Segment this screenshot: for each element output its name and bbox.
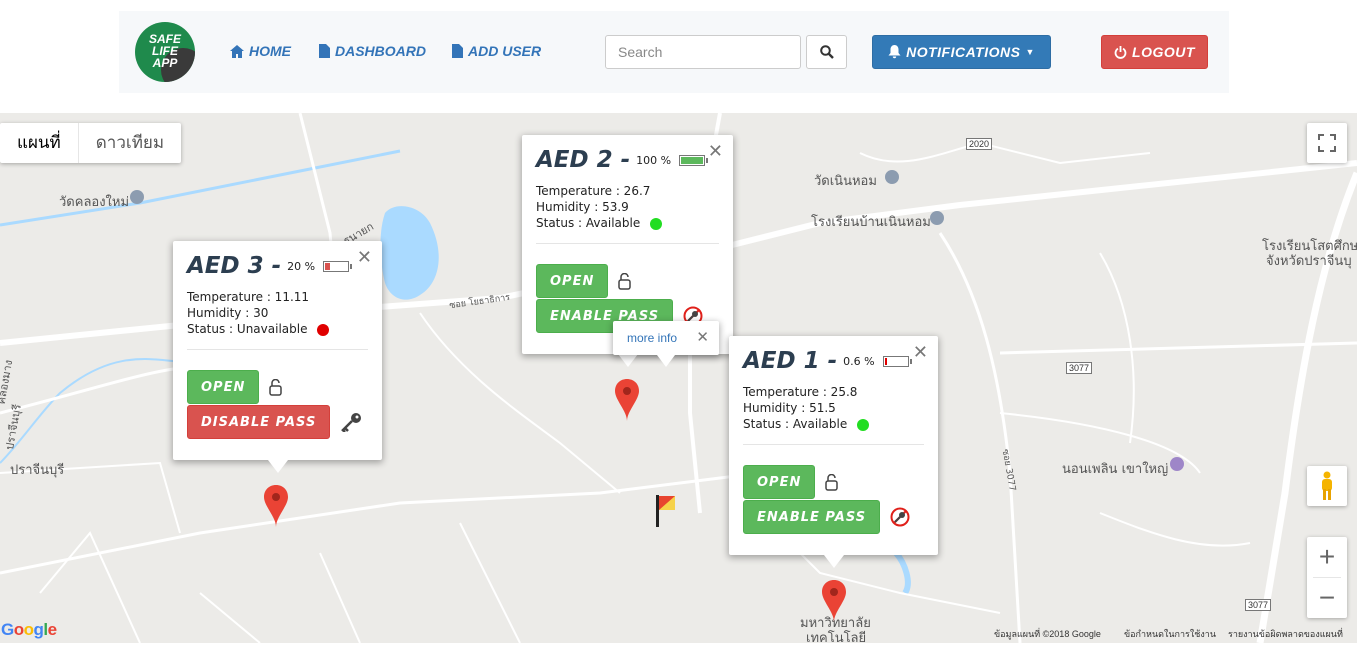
battery-icon: [882, 355, 912, 367]
map-label: วัดเนินหอม: [814, 174, 877, 189]
logout-button[interactable]: LOGOUT: [1101, 35, 1208, 69]
aed-title: AED 3 -: [187, 253, 282, 279]
pegman-icon: [1322, 471, 1332, 500]
status-text: Status : Unavailable: [187, 322, 308, 336]
home-icon: [230, 44, 244, 58]
terms-link[interactable]: ข้อกำหนดในการใช้งาน: [1124, 627, 1216, 641]
close-icon[interactable]: ✕: [696, 328, 709, 346]
temperature-text: Temperature : 25.8: [743, 385, 858, 399]
status-text: Status : Available: [536, 216, 641, 230]
street-view-pegman[interactable]: [1307, 466, 1347, 506]
humidity-text: Humidity : 51.5: [743, 401, 836, 415]
no-key-icon: [890, 507, 910, 527]
aed-title: AED 2 -: [536, 147, 631, 173]
unlock-icon: [618, 272, 632, 290]
google-logo: Google: [1, 620, 57, 639]
open-button[interactable]: OPEN: [187, 370, 260, 404]
temperature-text: Temperature : 11.11: [187, 290, 310, 304]
more-info-link[interactable]: more info: [627, 331, 677, 345]
nav-home-link[interactable]: HOME: [230, 43, 291, 59]
aed-title: AED 1 -: [743, 348, 838, 374]
search-button[interactable]: [806, 35, 847, 69]
fullscreen-button[interactable]: [1307, 123, 1347, 163]
humidity-text: Humidity : 30: [187, 306, 269, 320]
battery-icon: [323, 260, 353, 272]
status-dot-icon: [857, 418, 870, 431]
notifications-button[interactable]: NOTIFICATIONS ▼: [872, 35, 1051, 69]
key-icon: [341, 413, 362, 432]
map-label: ปราจีนบุรี: [10, 463, 65, 478]
report-map-error-link[interactable]: รายงานข้อผิดพลาดของแผนที่: [1228, 627, 1343, 641]
power-icon: [1114, 45, 1127, 59]
bell-icon: [888, 45, 901, 59]
open-button[interactable]: OPEN: [743, 465, 816, 499]
flag-marker-icon[interactable]: [655, 495, 677, 527]
fullscreen-icon: [1318, 134, 1336, 152]
enable-pass-button[interactable]: ENABLE PASS: [743, 500, 881, 534]
map-attribution: ข้อมูลแผนที่ ©2018 Google: [994, 629, 1101, 639]
map-type-satellite-button[interactable]: ดาวเทียม: [79, 123, 181, 163]
close-icon[interactable]: ✕: [357, 247, 372, 268]
map-label: เทคโนโลยี: [806, 631, 867, 643]
status-dot-icon: [650, 217, 663, 230]
file-icon: [319, 44, 330, 58]
place-icon: [885, 170, 899, 184]
road-shield: 2020: [966, 138, 993, 150]
search-icon: [819, 45, 834, 59]
map-label: นอนเพลิน เขาใหญ่: [1062, 462, 1169, 477]
nav-dashboard-link[interactable]: DASHBOARD: [319, 43, 426, 59]
battery-percent: 0.6 %: [843, 354, 875, 368]
map-label: จังหวัดปราจีนบุ: [1266, 254, 1352, 269]
temperature-text: Temperature : 26.7: [536, 184, 651, 198]
aed-3-marker-icon[interactable]: [264, 485, 288, 527]
zoom-in-button[interactable]: +: [1319, 537, 1335, 577]
aed-info-window: ✕ AED 3 - 20 % Temperature : 11.11 Humid…: [173, 241, 382, 473]
map-type-map-button[interactable]: แผนที่: [0, 123, 79, 163]
place-icon: [1170, 457, 1184, 471]
map-type-control: แผนที่ ดาวเทียม: [0, 123, 182, 163]
place-icon: [930, 211, 944, 225]
aed-1-marker-icon[interactable]: [822, 580, 846, 622]
map-label: วัดคลองใหม่: [59, 195, 130, 210]
road-shield: 3077: [1245, 599, 1272, 611]
map-label: โรงเรียนบ้านเนินหอม: [811, 215, 931, 230]
aed-2-marker-icon[interactable]: [615, 379, 639, 421]
unlock-icon: [825, 473, 839, 491]
battery-percent: 20 %: [287, 259, 316, 273]
battery-icon: [679, 154, 709, 166]
file-icon: [452, 44, 463, 58]
aed-info-window: ✕ AED 1 - 0.6 % Temperature : 25.8 Humid…: [729, 336, 938, 568]
zoom-control: + −: [1307, 537, 1347, 618]
open-button[interactable]: OPEN: [536, 264, 609, 298]
close-icon[interactable]: ✕: [708, 141, 723, 162]
navbar: SAFELIFEAPP HOME DASHBOARD ADD USER NOTI…: [119, 11, 1229, 93]
caret-down-icon: ▼: [1025, 47, 1035, 57]
place-icon: [130, 190, 144, 204]
status-dot-icon: [317, 323, 330, 336]
battery-percent: 100 %: [636, 153, 672, 167]
close-icon[interactable]: ✕: [913, 342, 928, 363]
disable-pass-button[interactable]: DISABLE PASS: [187, 405, 331, 439]
road-shield: 3077: [1066, 362, 1093, 374]
more-info-window: more info ✕: [613, 321, 719, 367]
unlock-icon: [269, 378, 283, 396]
zoom-out-button[interactable]: −: [1319, 578, 1335, 618]
humidity-text: Humidity : 53.9: [536, 200, 629, 214]
app-logo[interactable]: SAFE LIFE APP: [135, 22, 195, 82]
nav-add-user-link[interactable]: ADD USER: [452, 43, 541, 59]
search-input[interactable]: [605, 35, 801, 69]
status-text: Status : Available: [743, 417, 848, 431]
